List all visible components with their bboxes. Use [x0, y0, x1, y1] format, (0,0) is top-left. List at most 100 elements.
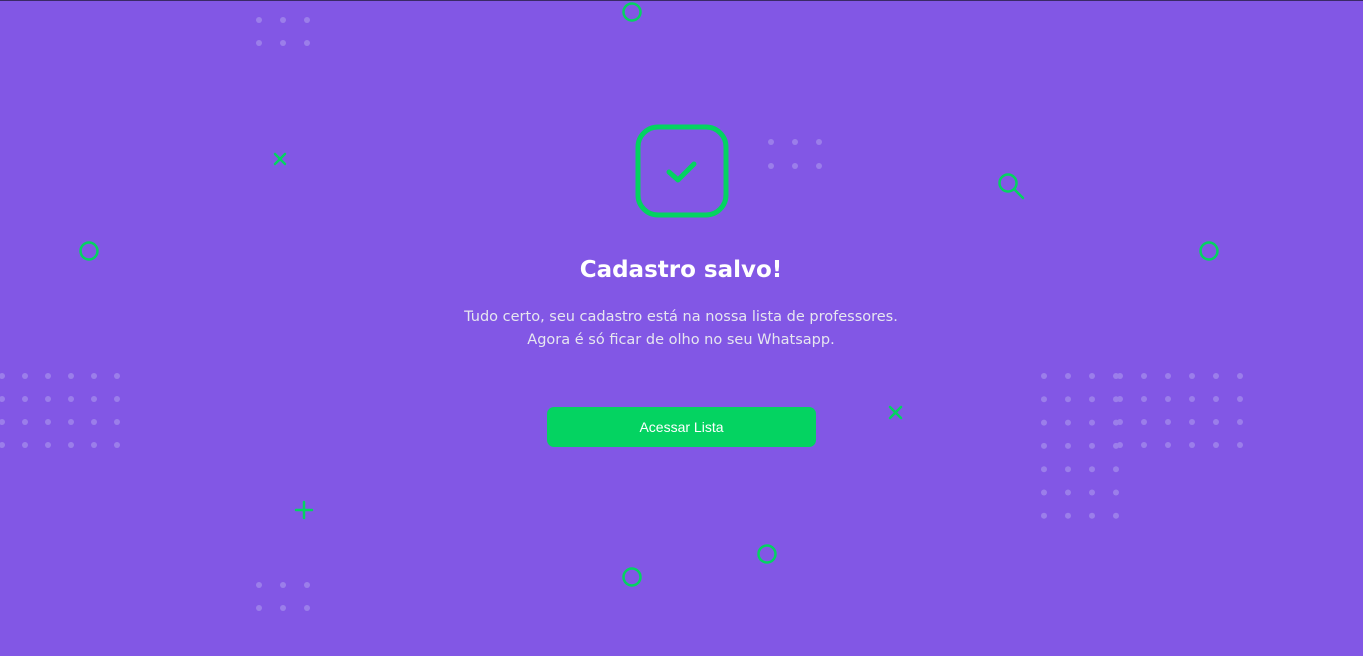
- decorative-dot: [1165, 419, 1171, 425]
- decorative-dot: [1041, 419, 1047, 426]
- decorative-dot: [91, 419, 97, 425]
- page-title: Cadastro salvo!: [579, 257, 783, 283]
- decorative-dot: [1113, 512, 1119, 519]
- decorative-dot: [1189, 396, 1195, 402]
- decorative-dot: [91, 373, 97, 379]
- decorative-dot: [1113, 489, 1119, 496]
- decorative-dot: [1089, 373, 1095, 379]
- decorative-dot: [1117, 419, 1123, 425]
- decorative-dot: [1213, 396, 1219, 402]
- decorative-dot: [1089, 396, 1095, 403]
- decorative-dot: [1041, 396, 1047, 403]
- decorative-dot: [1141, 442, 1147, 448]
- decorative-dot: [1213, 419, 1219, 425]
- circle-outline-icon: [622, 567, 642, 587]
- decorative-dot: [1189, 373, 1195, 379]
- decorative-dot: [304, 582, 310, 588]
- decorative-dot: [1189, 442, 1195, 448]
- decorative-dot: [45, 373, 51, 379]
- decorative-dot: [304, 605, 310, 611]
- decorative-dot: [280, 40, 286, 46]
- x-mark-icon: [273, 152, 287, 166]
- description-line: Agora é só ficar de olho no seu Whatsapp…: [527, 332, 835, 348]
- decorative-dot: [1213, 373, 1219, 379]
- access-list-button[interactable]: Acessar Lista: [547, 407, 816, 447]
- decorative-dot: [816, 163, 822, 169]
- decorative-dot: [68, 373, 74, 379]
- decorative-dot: [1041, 466, 1047, 473]
- decorative-dot: [792, 163, 798, 169]
- decorative-dot: [1165, 396, 1171, 402]
- circle-outline-icon: [79, 241, 99, 261]
- decorative-dot: [1237, 419, 1243, 425]
- decorative-dot: [1117, 396, 1123, 402]
- decorative-dot: [280, 17, 286, 23]
- decorative-dot: [114, 396, 120, 402]
- decorative-dot: [1113, 466, 1119, 473]
- decorative-dot: [1089, 489, 1095, 496]
- decorative-dot: [768, 163, 774, 169]
- decorative-dot: [1117, 373, 1123, 379]
- decorative-dot: [1089, 466, 1095, 473]
- circle-outline-icon: [622, 2, 642, 22]
- decorative-dot: [792, 139, 798, 145]
- success-description: Tudo certo, seu cadastro está na nossa l…: [381, 306, 981, 352]
- decorative-dot: [22, 442, 28, 448]
- check-square-icon: [635, 124, 729, 218]
- decorative-dot: [1089, 512, 1095, 519]
- decorative-dot: [1041, 442, 1047, 449]
- x-mark-icon: [888, 405, 903, 420]
- decorative-dot: [768, 139, 774, 145]
- decorative-dot: [1065, 442, 1071, 449]
- plus-icon: [294, 500, 314, 520]
- decorative-dot: [1189, 419, 1195, 425]
- decorative-dot: [1089, 419, 1095, 426]
- decorative-dot: [45, 442, 51, 448]
- decorative-dot: [1165, 373, 1171, 379]
- circle-outline-icon: [1199, 241, 1219, 261]
- decorative-dot: [68, 419, 74, 425]
- decorative-dot: [1141, 396, 1147, 402]
- decorative-dot: [0, 396, 5, 402]
- decorative-dot: [816, 139, 822, 145]
- decorative-dot: [1065, 396, 1071, 403]
- decorative-dot: [0, 442, 5, 448]
- decorative-dot: [1065, 512, 1071, 519]
- decorative-dot: [304, 40, 310, 46]
- decorative-dot: [114, 373, 120, 379]
- decorative-dot: [91, 442, 97, 448]
- decorative-dot: [22, 373, 28, 379]
- decorative-dot: [0, 373, 5, 379]
- decorative-dot: [91, 396, 97, 402]
- decorative-dot: [256, 605, 262, 611]
- decorative-dot: [1141, 373, 1147, 379]
- decorative-dot: [1237, 396, 1243, 402]
- decorative-dot: [280, 582, 286, 588]
- decorative-dot: [256, 582, 262, 588]
- decorative-dot: [1237, 373, 1243, 379]
- circle-outline-icon: [757, 544, 777, 564]
- decorative-dot: [1065, 419, 1071, 426]
- decorative-dot: [1065, 373, 1071, 379]
- decorative-dot: [22, 419, 28, 425]
- decorative-dot: [68, 442, 74, 448]
- decorative-dot: [280, 605, 286, 611]
- decorative-dot: [1041, 489, 1047, 496]
- decorative-dot: [1065, 466, 1071, 473]
- decorative-dot: [114, 442, 120, 448]
- decorative-dot: [1041, 512, 1047, 519]
- decorative-dot: [0, 419, 5, 425]
- decorative-dot: [1237, 442, 1243, 448]
- decorative-dot: [1213, 442, 1219, 448]
- decorative-dot: [304, 17, 310, 23]
- decorative-dot: [1089, 442, 1095, 449]
- decorative-dot: [1165, 442, 1171, 448]
- decorative-dot: [45, 396, 51, 402]
- decorative-dot: [22, 396, 28, 402]
- decorative-dot: [1065, 489, 1071, 496]
- decorative-dot: [114, 419, 120, 425]
- search-icon: [998, 173, 1025, 200]
- decorative-dot: [256, 40, 262, 46]
- decorative-dot: [1141, 419, 1147, 425]
- decorative-dot: [1117, 442, 1123, 448]
